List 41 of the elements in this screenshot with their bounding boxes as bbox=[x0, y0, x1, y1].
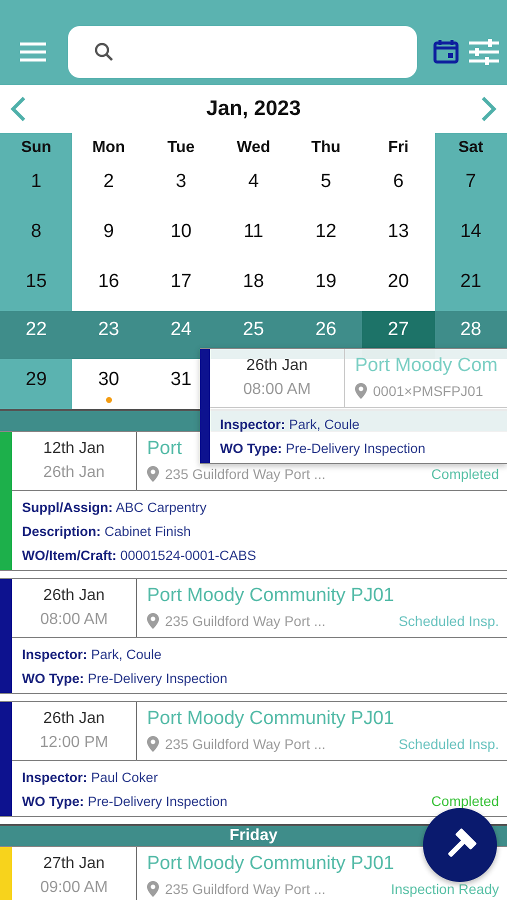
detail-line: WO Type: Pre-Delivery Inspection bbox=[220, 440, 426, 456]
weekday-label: Sun bbox=[0, 133, 72, 161]
weekday-label: Tue bbox=[166, 138, 196, 158]
card-time: 08:00 AM bbox=[242, 381, 312, 399]
detail-line: Description: Cabinet Finish bbox=[22, 524, 191, 538]
card-date: 26th Jan bbox=[42, 710, 106, 728]
detail-line: WO/Item/Craft: 00001524-0001-CABS bbox=[22, 548, 256, 562]
detail-line: WO Type: Pre-Delivery Inspection bbox=[22, 794, 228, 808]
status-label: Scheduled Insp. bbox=[398, 613, 499, 629]
status-label: Inspection Ready bbox=[390, 881, 499, 897]
card-time: 26th Jan bbox=[42, 464, 106, 482]
card-time: 12:00 PM bbox=[38, 734, 110, 752]
address-text: 235 Guildford Way Port ... bbox=[165, 881, 326, 897]
project-title: Port Moody Community PJ01 bbox=[147, 708, 394, 730]
project-title: Port Moody Community PJ01 bbox=[147, 853, 394, 875]
project-title: Port bbox=[147, 438, 182, 460]
detail-line: WO Type: Pre-Delivery Inspection bbox=[22, 670, 228, 686]
project-title: Port Moody Community PJ01 bbox=[147, 585, 394, 607]
status-label: Completed bbox=[431, 466, 499, 482]
weekday-label: Fri bbox=[387, 138, 410, 158]
detail-line: Inspector: Paul Coker bbox=[22, 770, 158, 784]
address-text: 235 Guildford Way Port ... bbox=[165, 736, 326, 752]
detail-line: Suppl/Assign: ABC Carpentry bbox=[22, 500, 207, 514]
address-text: 235 Guildford Way Port ... bbox=[165, 613, 326, 629]
status-label: Scheduled Insp. bbox=[398, 736, 499, 752]
month-title: Jan, 2023 bbox=[206, 97, 301, 121]
card-date: 26th Jan bbox=[42, 587, 106, 605]
card-time: 08:00 AM bbox=[39, 611, 109, 629]
card-date: 12th Jan bbox=[42, 440, 106, 458]
detail-line: Inspector: Park, Coule bbox=[220, 416, 360, 432]
weekday-label: Thu bbox=[310, 138, 342, 158]
weekday-label: Wed bbox=[236, 138, 272, 158]
weekday-label: Mon bbox=[91, 138, 126, 158]
address-text: 0001×PMSFPJ01 bbox=[373, 383, 484, 399]
address-text: 235 Guildford Way Port ... bbox=[165, 466, 326, 482]
card-date: 26th Jan bbox=[245, 357, 309, 375]
detail-line: Inspector: Park, Coule bbox=[22, 646, 162, 662]
card-date: 27th Jan bbox=[42, 855, 106, 873]
weekday-label: Sat bbox=[434, 133, 507, 161]
status-label: Completed bbox=[431, 793, 499, 809]
card-time: 09:00 AM bbox=[39, 879, 109, 897]
